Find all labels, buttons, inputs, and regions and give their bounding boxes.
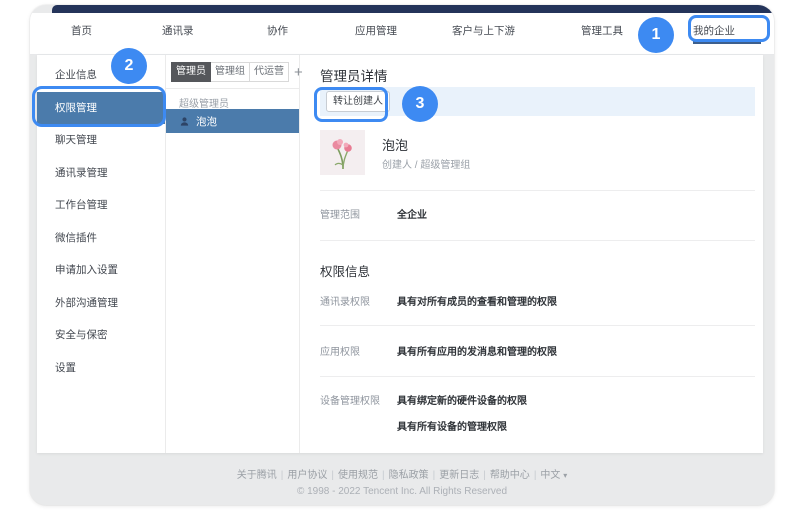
permissions-heading: 权限信息 [320,261,370,280]
scope-value: 全企业 [397,206,427,221]
screenshot-stage: 首页 通讯录 协作 应用管理 客户与上下游 管理工具 我的企业 企业信息 权限管… [0,0,789,510]
contacts-permission-value: 具有对所有成员的查看和管理的权限 [397,293,557,308]
separator: | [382,470,385,481]
annotation-box-my-enterprise [688,15,770,42]
person-icon [179,116,190,127]
super-admin-group-label: 超级管理员 [179,95,229,110]
footer-link-usage-rules[interactable]: 使用规范 [338,470,378,481]
top-header-strip [52,5,774,13]
sidebar-item-workbench-mgmt[interactable]: 工作台管理 [37,189,165,222]
member-list-panel: 管理员 管理组 代运营 + 超级管理员 泡泡 [165,55,300,453]
divider [320,325,755,326]
tab-agent-ops[interactable]: 代运营 [249,62,289,82]
footer-links: 关于腾讯|用户协议|使用规范|隐私政策|更新日志|帮助中心|中文 ▾ [30,466,774,481]
device-permission-value-1: 具有绑定新的硬件设备的权限 [397,392,527,407]
annotation-step-3: 3 [402,86,438,122]
annotation-step-1: 1 [638,17,674,53]
footer-link-privacy[interactable]: 隐私政策 [389,470,429,481]
nav-item-collaboration[interactable]: 协作 [267,24,288,39]
member-list-item-paopao[interactable]: 泡泡 [166,109,299,133]
footer-link-help-center[interactable]: 帮助中心 [490,470,530,481]
separator: | [331,470,334,481]
annotation-step-2: 2 [111,48,147,84]
app-permission-label: 应用权限 [320,343,360,358]
tabs-divider [166,88,299,89]
profile-role: 创建人 / 超级管理组 [382,156,470,171]
sidebar-item-chat-mgmt[interactable]: 聊天管理 [37,124,165,157]
device-permission-label: 设备管理权限 [320,392,380,407]
sidebar-item-external-comm[interactable]: 外部沟通管理 [37,287,165,320]
divider [320,190,755,191]
nav-item-apps[interactable]: 应用管理 [355,24,397,39]
nav-item-home[interactable]: 首页 [71,24,92,39]
avatar [320,130,365,175]
sidebar-item-settings[interactable]: 设置 [37,352,165,385]
footer-link-about[interactable]: 关于腾讯 [237,470,277,481]
copyright-text: © 1998 - 2022 Tencent Inc. All Rights Re… [30,486,774,497]
footer-link-changelog[interactable]: 更新日志 [439,470,479,481]
tab-admins[interactable]: 管理员 [171,62,211,82]
annotation-box-permission-mgmt [32,86,166,127]
sidebar-item-wechat-plugin[interactable]: 微信插件 [37,222,165,255]
contacts-permission-label: 通讯录权限 [320,293,370,308]
caret-down-icon: ▾ [563,471,567,480]
separator: | [483,470,486,481]
tab-admin-groups[interactable]: 管理组 [210,62,250,82]
flower-image [330,135,356,171]
device-permission-value-2: 具有所有设备的管理权限 [397,418,507,433]
divider [320,240,755,241]
separator: | [281,470,284,481]
nav-item-contacts[interactable]: 通讯录 [162,24,194,39]
separator: | [433,470,436,481]
profile-name: 泡泡 [382,135,408,154]
sidebar-item-join-settings[interactable]: 申请加入设置 [37,254,165,287]
footer-link-user-agreement[interactable]: 用户协议 [287,470,327,481]
nav-item-admin-tools[interactable]: 管理工具 [581,24,623,39]
language-selector[interactable]: 中文 ▾ [540,470,567,481]
separator: | [534,470,537,481]
member-type-tabs: 管理员 管理组 代运营 + [172,62,303,82]
app-permission-value: 具有所有应用的发消息和管理的权限 [397,343,557,358]
scope-label: 管理范围 [320,206,360,221]
annotation-box-transfer-button [314,87,388,122]
page-title: 管理员详情 [320,65,388,85]
admin-console-card: 首页 通讯录 协作 应用管理 客户与上下游 管理工具 我的企业 企业信息 权限管… [30,5,774,505]
sidebar-item-contacts-mgmt[interactable]: 通讯录管理 [37,157,165,190]
member-name: 泡泡 [196,114,217,129]
divider [320,376,755,377]
nav-item-customers[interactable]: 客户与上下游 [452,24,515,39]
sidebar-item-security[interactable]: 安全与保密 [37,319,165,352]
footer: 关于腾讯|用户协议|使用规范|隐私政策|更新日志|帮助中心|中文 ▾ © 199… [30,453,774,497]
